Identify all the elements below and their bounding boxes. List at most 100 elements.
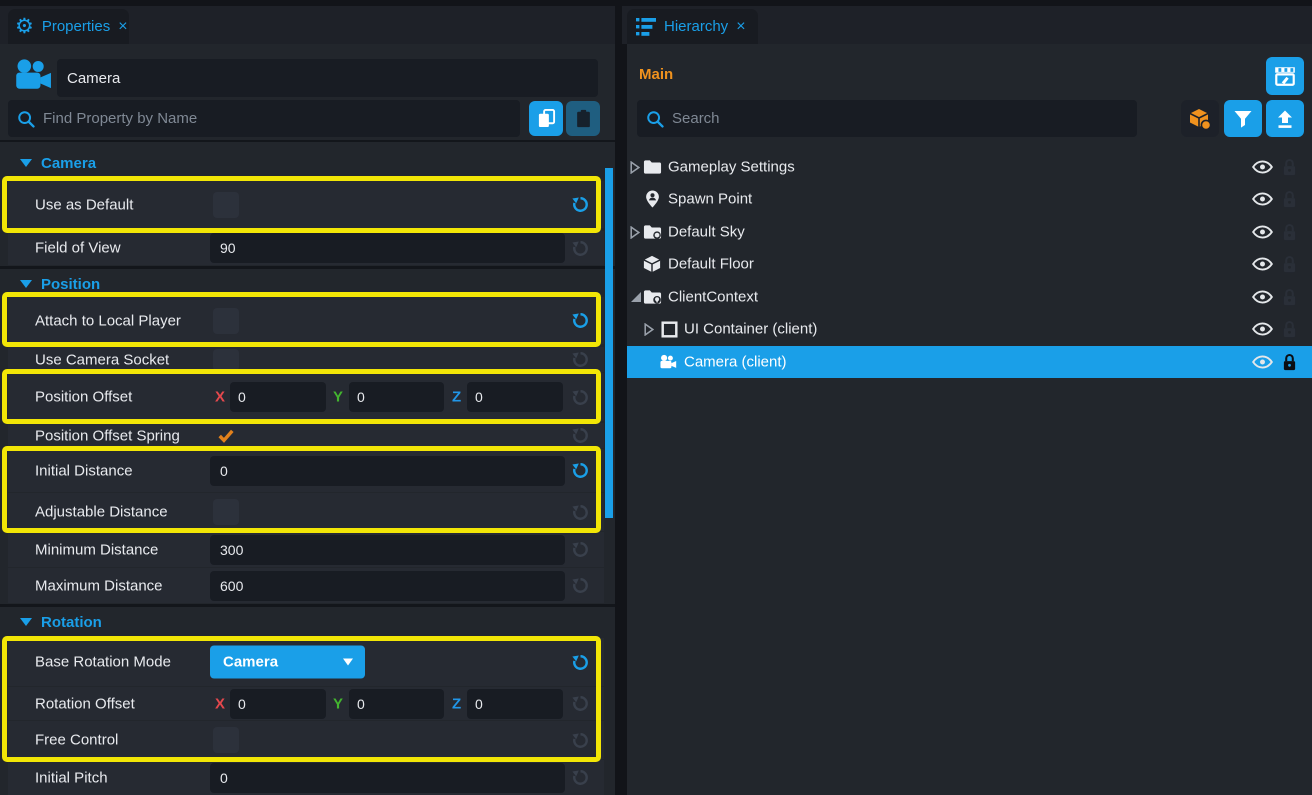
reset-icon[interactable] bbox=[568, 574, 592, 598]
lock-icon[interactable] bbox=[1282, 255, 1297, 274]
expander-collapsed-icon[interactable] bbox=[644, 323, 656, 335]
row-free-control: Free Control bbox=[8, 721, 604, 759]
reset-icon[interactable] bbox=[568, 766, 592, 790]
tab-properties-label: Properties bbox=[42, 18, 110, 35]
tree-row-default-floor[interactable]: Default Floor bbox=[627, 248, 1312, 280]
row-initial-distance: Initial Distance bbox=[8, 449, 604, 492]
reset-icon[interactable] bbox=[568, 385, 592, 409]
close-icon[interactable]: × bbox=[118, 18, 127, 36]
hierarchy-searchbox bbox=[637, 100, 1137, 137]
reset-icon[interactable] bbox=[568, 650, 592, 674]
property-search-input[interactable] bbox=[43, 110, 511, 127]
copy-icon bbox=[537, 108, 556, 129]
paste-properties-button[interactable] bbox=[566, 101, 600, 136]
rotation-offset-x-input[interactable] bbox=[230, 689, 326, 719]
base-rotation-mode-dropdown[interactable]: Camera bbox=[210, 646, 365, 679]
visibility-eye-icon[interactable] bbox=[1252, 290, 1273, 305]
section-camera[interactable]: Camera bbox=[8, 150, 603, 176]
gear-icon: ⚙ bbox=[15, 16, 34, 37]
tab-properties[interactable]: ⚙ Properties × bbox=[8, 9, 129, 44]
visibility-eye-icon[interactable] bbox=[1252, 257, 1273, 272]
reset-icon[interactable] bbox=[568, 459, 592, 483]
rotation-offset-z-input[interactable] bbox=[467, 689, 563, 719]
free-control-checkbox[interactable] bbox=[213, 727, 239, 753]
tree-row-camera-client-selected[interactable]: Camera (client) bbox=[627, 346, 1312, 378]
position-offset-spring-checkbox[interactable] bbox=[213, 423, 239, 449]
lock-icon[interactable] bbox=[1282, 190, 1297, 209]
reset-icon[interactable] bbox=[568, 692, 592, 716]
camera-icon bbox=[658, 352, 678, 372]
tree-row-gameplay-settings[interactable]: Gameplay Settings bbox=[627, 151, 1312, 183]
editor-root: ⚙ Properties × Camera Use as Defau bbox=[0, 0, 1312, 795]
maximum-distance-input[interactable] bbox=[210, 571, 565, 601]
filter-button[interactable] bbox=[1224, 100, 1262, 137]
attach-to-local-player-checkbox[interactable] bbox=[213, 308, 239, 334]
field-of-view-input[interactable] bbox=[210, 233, 565, 263]
reset-icon[interactable] bbox=[568, 500, 592, 524]
section-rotation[interactable]: Rotation bbox=[8, 609, 603, 635]
expander-expanded-icon[interactable] bbox=[630, 291, 642, 303]
tab-hierarchy[interactable]: Hierarchy × bbox=[627, 9, 758, 44]
reset-icon[interactable] bbox=[568, 538, 592, 562]
funnel-icon bbox=[1233, 109, 1253, 129]
lock-icon[interactable] bbox=[1282, 353, 1297, 372]
folder-cube-icon bbox=[642, 222, 662, 242]
cube-icon bbox=[642, 254, 662, 274]
rotation-offset-y-input[interactable] bbox=[349, 689, 444, 719]
collapse-triangle-icon bbox=[20, 280, 32, 288]
tree-row-ui-container[interactable]: UI Container (client) bbox=[627, 313, 1312, 345]
reset-icon[interactable] bbox=[568, 309, 592, 333]
hierarchy-search-input[interactable] bbox=[672, 110, 1128, 127]
reset-icon[interactable] bbox=[568, 236, 592, 260]
use-as-default-checkbox[interactable] bbox=[213, 192, 239, 218]
initial-pitch-input[interactable] bbox=[210, 763, 565, 793]
minimum-distance-input[interactable] bbox=[210, 535, 565, 565]
reset-icon[interactable] bbox=[568, 424, 592, 448]
search-icon bbox=[646, 110, 664, 128]
visibility-eye-icon[interactable] bbox=[1252, 160, 1273, 175]
spawn-point-icon bbox=[642, 189, 662, 209]
close-icon[interactable]: × bbox=[736, 18, 745, 36]
position-offset-x-input[interactable] bbox=[230, 382, 326, 412]
search-icon bbox=[17, 110, 35, 128]
tree-row-spawn-point[interactable]: Spawn Point bbox=[627, 183, 1312, 215]
axis-x-label: X bbox=[215, 389, 225, 406]
row-adjustable-distance: Adjustable Distance bbox=[8, 493, 604, 531]
tree-row-clientcontext[interactable]: ClientContext bbox=[627, 281, 1312, 313]
templates-filter-button[interactable] bbox=[1181, 100, 1219, 137]
property-searchbox bbox=[8, 100, 520, 137]
row-use-camera-socket: Use Camera Socket bbox=[8, 347, 604, 372]
visibility-eye-icon[interactable] bbox=[1252, 225, 1273, 240]
copy-properties-button[interactable] bbox=[529, 101, 563, 136]
lock-icon[interactable] bbox=[1282, 158, 1297, 177]
initial-distance-input[interactable] bbox=[210, 456, 565, 486]
visibility-eye-icon[interactable] bbox=[1252, 322, 1273, 337]
visibility-eye-icon[interactable] bbox=[1252, 355, 1273, 370]
expander-collapsed-icon[interactable] bbox=[630, 161, 642, 173]
export-button[interactable] bbox=[1266, 100, 1304, 137]
row-position-offset-spring: Position Offset Spring bbox=[8, 423, 604, 448]
tree-row-default-sky[interactable]: Default Sky bbox=[627, 216, 1312, 248]
lock-icon[interactable] bbox=[1282, 320, 1297, 339]
camera-type-icon bbox=[13, 58, 55, 92]
ui-container-icon bbox=[659, 319, 679, 339]
section-position-title: Position bbox=[41, 276, 100, 293]
reset-icon[interactable] bbox=[568, 728, 592, 752]
section-position[interactable]: Position bbox=[8, 271, 603, 297]
chevron-down-icon bbox=[343, 659, 353, 666]
adjustable-distance-checkbox[interactable] bbox=[213, 499, 239, 525]
position-offset-y-input[interactable] bbox=[349, 382, 444, 412]
axis-z-label: Z bbox=[452, 695, 461, 712]
reset-icon[interactable] bbox=[568, 193, 592, 217]
clapperboard-rocket-icon bbox=[1273, 64, 1297, 88]
use-camera-socket-checkbox[interactable] bbox=[213, 349, 239, 371]
cinematic-capture-button[interactable] bbox=[1266, 57, 1304, 95]
properties-scrollbar-thumb[interactable] bbox=[605, 168, 613, 518]
position-offset-z-input[interactable] bbox=[467, 382, 563, 412]
object-name-input[interactable] bbox=[57, 59, 598, 97]
reset-icon[interactable] bbox=[568, 348, 592, 372]
expander-collapsed-icon[interactable] bbox=[630, 226, 642, 238]
lock-icon[interactable] bbox=[1282, 288, 1297, 307]
visibility-eye-icon[interactable] bbox=[1252, 192, 1273, 207]
lock-icon[interactable] bbox=[1282, 223, 1297, 242]
